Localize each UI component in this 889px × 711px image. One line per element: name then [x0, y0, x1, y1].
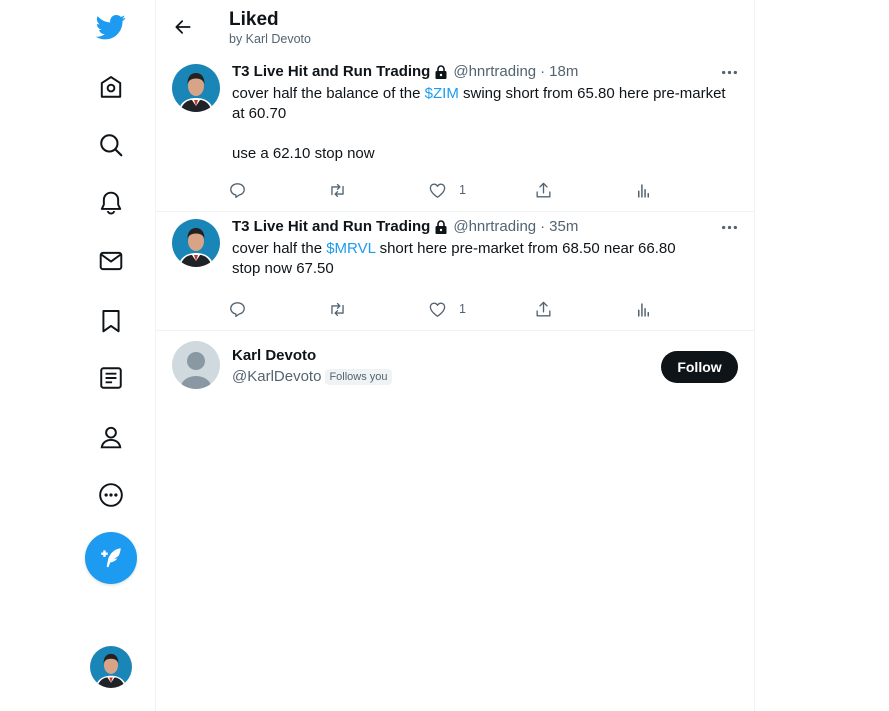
more-options-button[interactable] — [716, 61, 742, 83]
retweet-icon — [331, 183, 344, 197]
analytics-button[interactable] — [634, 298, 653, 320]
sidebar-nav — [0, 0, 155, 711]
arrow-left-icon — [175, 20, 191, 34]
retweet-button[interactable] — [328, 298, 347, 320]
tweet-actions: 1 — [230, 179, 732, 201]
messages-envelope-icon[interactable] — [88, 238, 134, 284]
separator-dot: · — [540, 218, 546, 235]
twitter-logo-icon[interactable] — [88, 4, 134, 50]
tweet[interactable]: T3 Live Hit and Run Trading @hnrtrading … — [156, 212, 754, 331]
user-handle-row: @KarlDevoto Follows you — [232, 368, 392, 385]
home-icon[interactable] — [88, 64, 134, 110]
user-name[interactable]: Karl Devoto — [232, 347, 316, 364]
tweet-text: cover half the balance of the $ZIM swing… — [232, 84, 742, 164]
tweet-text: cover half the $MRVL short here pre-mark… — [232, 239, 702, 279]
share-icon — [536, 301, 551, 317]
separator-dot: · — [540, 63, 546, 80]
compose-tweet-button[interactable] — [85, 532, 137, 584]
tweet[interactable]: T3 Live Hit and Run Trading @hnrtrading … — [156, 57, 754, 212]
tweet-text-part: cover half the balance of the — [232, 85, 425, 102]
page-title: Liked — [229, 9, 279, 30]
account-avatar[interactable] — [90, 646, 132, 688]
lock-icon — [433, 219, 449, 235]
timestamp[interactable]: 35m — [549, 218, 578, 235]
notifications-bell-icon[interactable] — [88, 180, 134, 226]
heart-icon — [429, 182, 446, 198]
more-options-button[interactable] — [716, 216, 742, 238]
tweet-header: T3 Live Hit and Run Trading @hnrtrading … — [232, 218, 578, 235]
lists-icon[interactable] — [88, 355, 134, 401]
like-button[interactable]: 1 — [428, 298, 466, 320]
ellipsis-icon — [721, 70, 737, 74]
author-handle[interactable]: @hnrtrading — [453, 218, 536, 235]
retweet-icon — [331, 302, 344, 316]
reply-icon — [230, 182, 245, 198]
ellipsis-icon — [721, 225, 737, 229]
default-avatar-icon[interactable] — [172, 341, 220, 389]
explore-search-icon[interactable] — [88, 122, 134, 168]
reply-icon — [230, 301, 245, 317]
cashtag-link[interactable]: $MRVL — [326, 240, 375, 257]
retweet-button[interactable] — [328, 179, 347, 201]
page-subtitle: by Karl Devoto — [229, 32, 311, 46]
avatar[interactable] — [172, 64, 220, 112]
page-header: Liked by Karl Devoto — [156, 0, 754, 56]
like-count: 1 — [459, 183, 466, 197]
share-icon — [536, 182, 551, 198]
like-button[interactable]: 1 — [428, 179, 466, 201]
reply-button[interactable] — [228, 179, 247, 201]
back-button[interactable] — [168, 12, 198, 42]
profile-icon[interactable] — [88, 414, 134, 460]
analytics-icon — [637, 183, 650, 198]
lock-icon — [433, 64, 449, 80]
tweet-actions: 1 — [230, 298, 732, 320]
cashtag-link[interactable]: $ZIM — [425, 85, 459, 102]
follows-you-badge: Follows you — [325, 368, 392, 385]
tweet-text-part: cover half the — [232, 240, 327, 257]
author-name[interactable]: T3 Live Hit and Run Trading — [232, 63, 430, 80]
share-button[interactable] — [534, 179, 553, 201]
analytics-icon — [637, 302, 650, 317]
compose-feather-icon — [101, 548, 121, 568]
timestamp[interactable]: 18m — [549, 63, 578, 80]
follow-button[interactable]: Follow — [661, 351, 738, 383]
author-handle[interactable]: @hnrtrading — [453, 63, 536, 80]
like-count: 1 — [459, 302, 466, 316]
share-button[interactable] — [534, 298, 553, 320]
reply-button[interactable] — [228, 298, 247, 320]
author-name[interactable]: T3 Live Hit and Run Trading — [232, 218, 430, 235]
tweet-text-part: use a 62.10 stop now — [232, 145, 375, 162]
analytics-button[interactable] — [634, 179, 653, 201]
tweet-header: T3 Live Hit and Run Trading @hnrtrading … — [232, 63, 578, 80]
user-cell[interactable]: Karl Devoto @KarlDevoto Follows you Foll… — [156, 331, 754, 403]
avatar[interactable] — [172, 219, 220, 267]
bookmarks-icon[interactable] — [88, 298, 134, 344]
heart-icon — [429, 301, 446, 317]
user-handle[interactable]: @KarlDevoto — [232, 368, 321, 385]
more-circle-icon[interactable] — [88, 472, 134, 518]
main-column: Liked by Karl Devoto T3 Live Hit and Run… — [155, 0, 755, 711]
